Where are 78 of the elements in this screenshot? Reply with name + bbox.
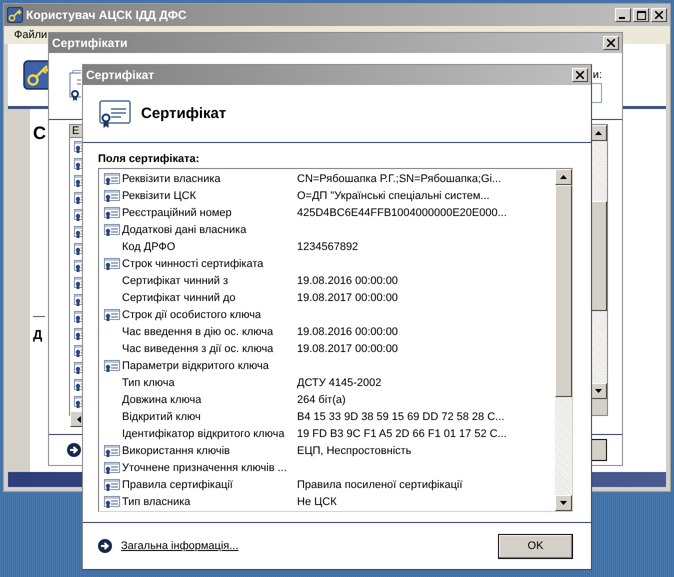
field-value: 264 біт(а) xyxy=(297,394,346,406)
field-value: CN=Рябошапка Р.Г.;SN=Рябошапка;Gi... xyxy=(297,172,502,184)
field-value: 425D4BC6E44FFB1004000000E20E000... xyxy=(297,206,507,218)
field-value: 19.08.2016 00:00:00 xyxy=(297,274,398,286)
close-icon xyxy=(655,11,663,19)
close-icon xyxy=(576,71,584,79)
section-label: Поля сертифіката: xyxy=(98,153,200,165)
up-arrow-icon xyxy=(560,175,567,179)
field-name[interactable]: Реєстраційний номер xyxy=(122,206,297,218)
field-name[interactable]: Строк чинності сертифіката xyxy=(122,258,297,270)
field-name[interactable]: Додаткові дані власника xyxy=(122,224,297,236)
certificate-icon xyxy=(104,476,120,492)
maximize-button[interactable] xyxy=(633,8,649,22)
certificate-icon xyxy=(104,222,120,238)
certificate-icon xyxy=(104,204,120,220)
close-button[interactable] xyxy=(603,36,619,50)
left-arrow-icon xyxy=(76,416,80,422)
info-link[interactable]: Загальна інформація... xyxy=(121,540,238,552)
field-name[interactable]: Відкритий ключ xyxy=(122,410,297,422)
window-title: Сертифікат xyxy=(86,68,156,82)
certificate-icon xyxy=(104,460,120,476)
field-value: 19.08.2016 00:00:00 xyxy=(297,326,398,338)
certificate-icon xyxy=(104,358,120,374)
field-name[interactable]: Час виведення з дії ос. ключа xyxy=(122,342,297,354)
up-arrow-icon xyxy=(595,131,602,135)
key-icon xyxy=(7,7,23,23)
field-name[interactable]: Реквізити власника xyxy=(122,172,297,184)
field-name[interactable]: Час введення в дію ос. ключа xyxy=(122,326,297,338)
field-name[interactable]: Тип власника xyxy=(122,496,297,508)
scroll-down-button[interactable] xyxy=(555,495,572,511)
field-value: 19.08.2017 00:00:00 xyxy=(297,342,398,354)
certificate-icon xyxy=(104,494,120,510)
certificate-icon xyxy=(104,442,120,458)
field-name[interactable]: Використання ключів xyxy=(122,444,297,456)
close-button[interactable] xyxy=(651,8,667,22)
field-value: B4 15 33 9D 38 59 15 69 DD 72 58 28 C... xyxy=(297,410,504,422)
field-name[interactable]: Код ДРФО xyxy=(122,240,297,252)
window-title: Користувач АЦСК ІДД ДФС xyxy=(26,8,188,22)
field-name[interactable]: Тип ключа xyxy=(122,376,297,388)
certificate-icon xyxy=(104,306,120,322)
certificate-icon xyxy=(104,188,120,204)
field-name[interactable]: Реквізити ЦСК xyxy=(122,190,297,202)
page-heading: С xyxy=(33,123,46,144)
dialog-heading: Сертифікат xyxy=(141,105,226,122)
field-name[interactable]: Сертифікат чинний з xyxy=(122,274,297,286)
certificate-icon xyxy=(99,98,131,130)
close-button[interactable] xyxy=(572,68,588,82)
field-value: O=ДП "Українські спеціальні систем... xyxy=(297,190,490,202)
menu-item[interactable]: Файли xyxy=(14,29,48,41)
scrollbar[interactable] xyxy=(555,169,572,511)
field-value: Правила посиленої сертифікації xyxy=(297,478,462,490)
field-name[interactable]: Правила сертифікації xyxy=(122,478,297,490)
window-title: Сертифікати xyxy=(52,36,129,50)
certificate-icon xyxy=(104,256,120,272)
field-name[interactable]: Параметри відкритого ключа xyxy=(122,360,297,372)
section-heading: Д xyxy=(33,327,42,342)
field-name[interactable]: Сертифікат чинний до xyxy=(122,292,297,304)
field-name[interactable]: Уточнене призначення ключів ... xyxy=(122,462,297,474)
field-value: ЕЦП, Неспростовність xyxy=(297,444,412,456)
certificate-icon xyxy=(104,170,120,186)
field-value: 1234567892 xyxy=(297,240,358,252)
close-icon xyxy=(607,39,615,47)
scroll-up-button[interactable] xyxy=(555,169,572,185)
field-name[interactable]: Довжина ключа xyxy=(122,394,297,406)
field-value: ДСТУ 4145-2002 xyxy=(297,376,382,388)
minimize-button[interactable] xyxy=(615,8,631,22)
field-name[interactable]: Ідентифікатор відкритого ключа xyxy=(122,428,297,440)
field-value: 19.08.2017 00:00:00 xyxy=(297,292,398,304)
field-name[interactable]: Строк дії особистого ключа xyxy=(122,308,297,320)
field-value: 19 FD B3 9C F1 A5 2D 66 F1 01 17 52 C... xyxy=(297,428,507,440)
field-label: и: xyxy=(592,69,602,81)
arrow-circle-icon xyxy=(98,539,112,553)
field-value: Не ЦСК xyxy=(297,496,337,508)
scrollbar-thumb[interactable] xyxy=(555,185,572,397)
down-arrow-icon xyxy=(595,389,602,393)
ok-button[interactable]: OK xyxy=(498,534,573,558)
down-arrow-icon xyxy=(560,501,567,505)
maximize-icon xyxy=(636,10,646,20)
